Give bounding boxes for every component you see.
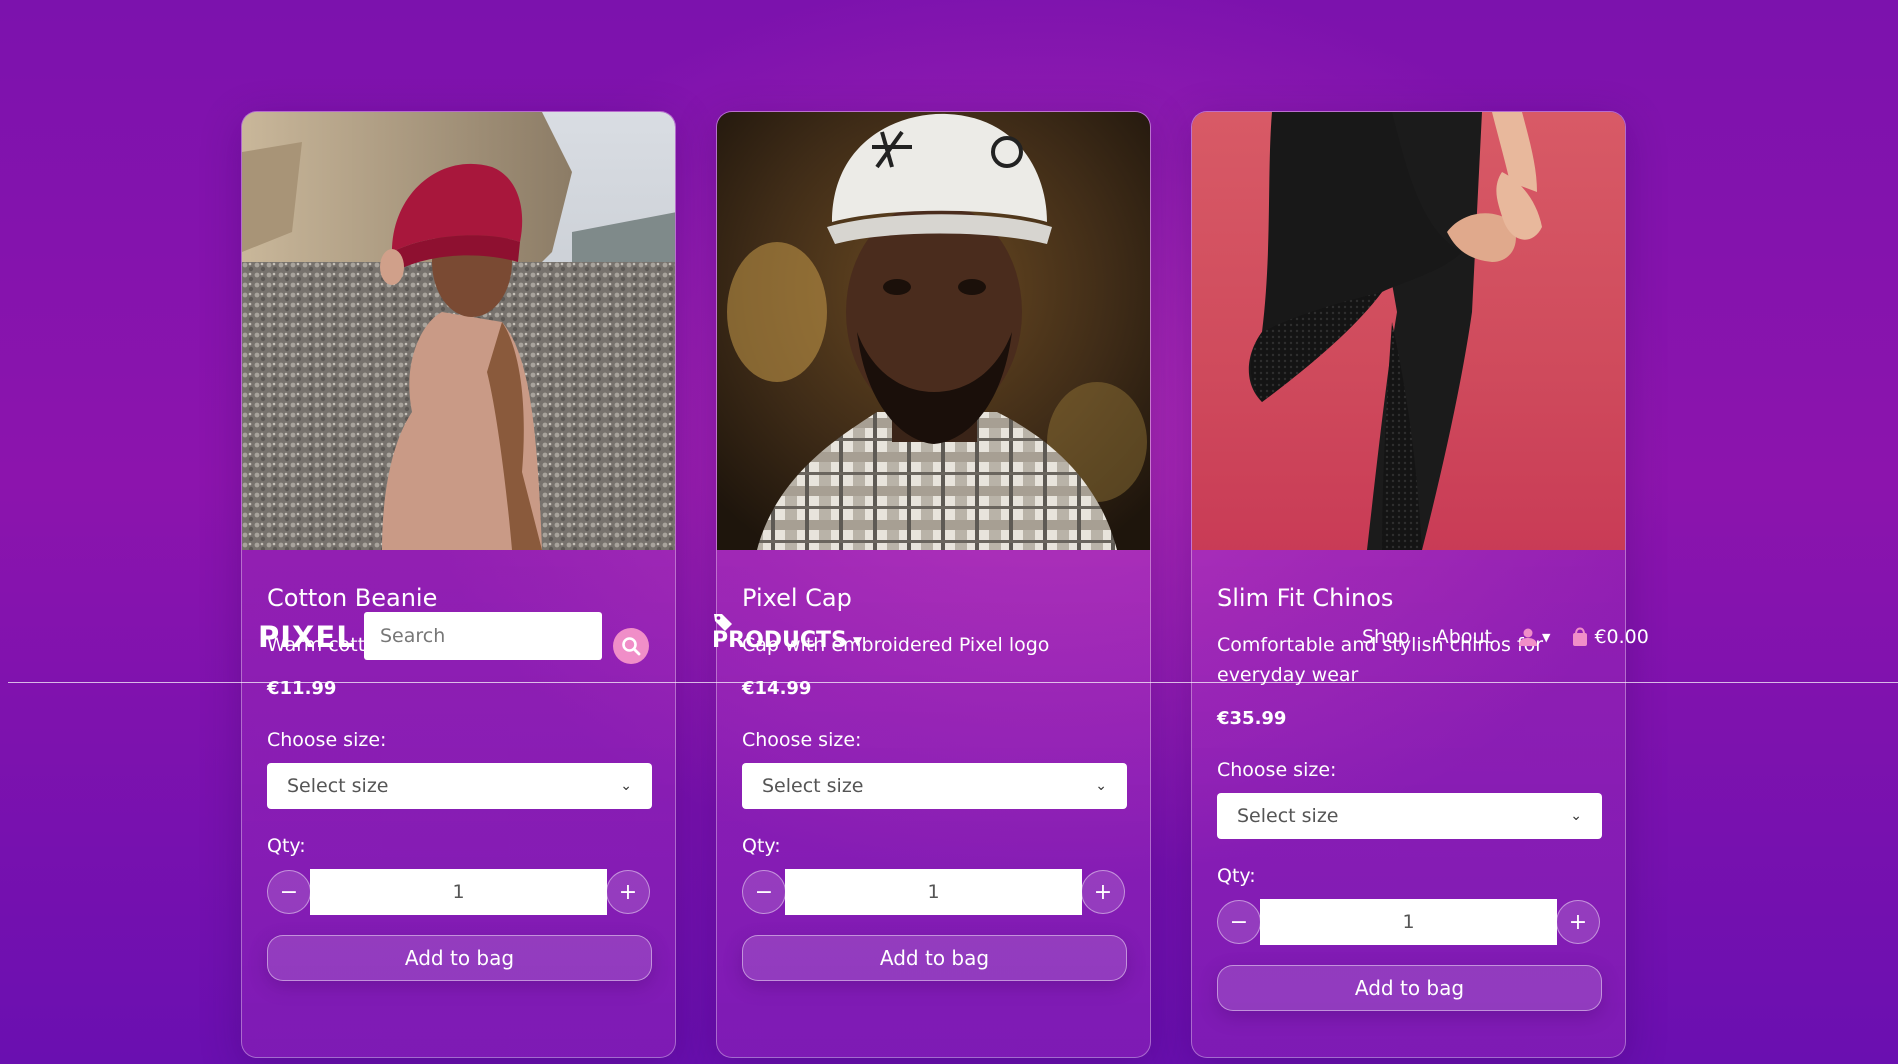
chevron-down-icon: ⌄ bbox=[1570, 808, 1582, 824]
quantity-stepper: − 1 + bbox=[267, 869, 650, 915]
shopping-bag-button[interactable]: €0.00 bbox=[1570, 626, 1649, 648]
quantity-stepper: − 1 + bbox=[1217, 899, 1600, 945]
qty-increase-button[interactable]: + bbox=[606, 870, 650, 914]
qty-decrease-button[interactable]: − bbox=[267, 870, 311, 914]
products-menu[interactable]: PRODUCTS ▼ bbox=[712, 628, 862, 653]
product-image[interactable] bbox=[717, 112, 1150, 550]
site-logo[interactable]: PIXEL bbox=[258, 620, 356, 654]
chevron-down-icon: ⌄ bbox=[1095, 778, 1107, 794]
qty-label: Qty: bbox=[1217, 865, 1256, 887]
product-price: €35.99 bbox=[1217, 708, 1287, 729]
products-menu-label: PRODUCTS bbox=[712, 628, 847, 653]
size-label: Choose size: bbox=[267, 729, 387, 751]
qty-increase-button[interactable]: + bbox=[1081, 870, 1125, 914]
qty-input[interactable]: 1 bbox=[1260, 899, 1557, 945]
search-button[interactable] bbox=[613, 628, 649, 664]
bag-total: €0.00 bbox=[1594, 626, 1649, 648]
product-photo-chinos bbox=[1192, 112, 1625, 550]
size-select[interactable]: Select size ⌄ bbox=[742, 763, 1127, 809]
add-to-bag-button[interactable]: Add to bag bbox=[1217, 965, 1602, 1011]
product-photo-beanie bbox=[242, 112, 675, 550]
product-photo-cap bbox=[717, 112, 1150, 550]
size-select[interactable]: Select size ⌄ bbox=[1217, 793, 1602, 839]
product-image[interactable] bbox=[1192, 112, 1625, 550]
product-card: Pixel Cap Cap with embroidered Pixel log… bbox=[716, 111, 1151, 1058]
header-divider bbox=[8, 682, 1898, 683]
search-placeholder: Search bbox=[380, 625, 446, 647]
header-nav: Shop About ▼ €0.00 bbox=[1362, 626, 1649, 648]
add-to-bag-button[interactable]: Add to bag bbox=[267, 935, 652, 981]
size-label: Choose size: bbox=[1217, 759, 1337, 781]
size-select-value: Select size bbox=[762, 775, 864, 797]
nav-link-about[interactable]: About bbox=[1436, 626, 1492, 648]
caret-down-icon: ▼ bbox=[852, 633, 863, 648]
size-select[interactable]: Select size ⌄ bbox=[267, 763, 652, 809]
qty-label: Qty: bbox=[742, 835, 781, 857]
qty-increase-button[interactable]: + bbox=[1556, 900, 1600, 944]
add-to-bag-button[interactable]: Add to bag bbox=[742, 935, 1127, 981]
product-card: Slim Fit Chinos Comfortable and stylish … bbox=[1191, 111, 1626, 1058]
product-card: Cotton Beanie Warm cotton beanie €11.99 … bbox=[241, 111, 676, 1058]
nav-link-shop[interactable]: Shop bbox=[1362, 626, 1410, 648]
size-select-value: Select size bbox=[287, 775, 389, 797]
user-icon bbox=[1518, 628, 1537, 646]
product-image[interactable] bbox=[242, 112, 675, 550]
qty-input[interactable]: 1 bbox=[785, 869, 1082, 915]
quantity-stepper: − 1 + bbox=[742, 869, 1125, 915]
size-select-value: Select size bbox=[1237, 805, 1339, 827]
search-input[interactable]: Search bbox=[364, 612, 602, 660]
account-menu[interactable]: ▼ bbox=[1518, 627, 1550, 647]
qty-label: Qty: bbox=[267, 835, 306, 857]
chevron-down-icon: ⌄ bbox=[620, 778, 632, 794]
size-label: Choose size: bbox=[742, 729, 862, 751]
qty-input[interactable]: 1 bbox=[310, 869, 607, 915]
shopping-bag-icon bbox=[1573, 627, 1588, 646]
search-icon bbox=[622, 637, 641, 656]
qty-decrease-button[interactable]: − bbox=[1217, 900, 1261, 944]
qty-decrease-button[interactable]: − bbox=[742, 870, 786, 914]
caret-down-icon: ▼ bbox=[1541, 630, 1551, 644]
